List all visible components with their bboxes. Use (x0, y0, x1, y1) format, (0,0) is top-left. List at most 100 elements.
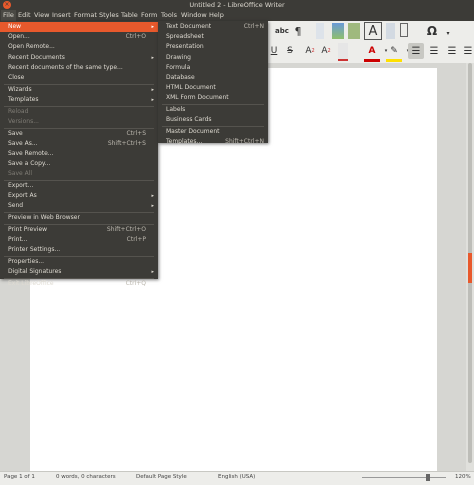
new-submenu-item-text-document[interactable]: Text Document Ctrl+N (158, 22, 268, 32)
menu-tools[interactable]: Tools (159, 10, 179, 21)
menu-item-label: New (8, 23, 22, 30)
chevron-down-icon[interactable]: ▾ (440, 25, 456, 41)
new-submenu-item-labels[interactable]: Labels (158, 105, 268, 115)
file-menu-item-save-remote[interactable]: Save Remote... (0, 149, 158, 159)
image-icon[interactable] (332, 23, 344, 39)
menu-help[interactable]: Help (207, 10, 226, 21)
chevron-right-icon: ▸ (151, 193, 154, 200)
file-menu-item-print-preview[interactable]: Print Preview Shift+Ctrl+O (0, 225, 158, 235)
file-menu-item-open-remote[interactable]: Open Remote... (0, 42, 158, 52)
language[interactable]: English (USA) (218, 474, 255, 480)
menu-item-label: HTML Document (166, 84, 216, 92)
zoom-level[interactable]: 120% (455, 474, 471, 480)
new-submenu-item-database[interactable]: Database (158, 73, 268, 83)
menu-item-label: Digital Signatures (8, 268, 62, 276)
menu-item-label: Save (8, 129, 23, 137)
subscript-icon[interactable]: A2 (318, 43, 334, 59)
menu-item-label: Recent Documents (8, 53, 65, 61)
new-submenu-item-spreadsheet[interactable]: Spreadsheet (158, 32, 268, 42)
new-submenu-item-html-document[interactable]: HTML Document (158, 83, 268, 93)
file-menu-item-wizards[interactable]: Wizards ▸ (0, 85, 158, 95)
file-menu-item-preview-in-web-browser[interactable]: Preview in Web Browser (0, 213, 158, 223)
menu-view[interactable]: View (32, 10, 51, 21)
fontwork-icon[interactable]: A (364, 22, 382, 40)
file-menu-item-send[interactable]: Send ▸ (0, 201, 158, 211)
file-menu-item-templates[interactable]: Templates ▸ (0, 95, 158, 105)
file-menu-item-export[interactable]: Export... (0, 181, 158, 191)
header-icon[interactable] (386, 23, 395, 39)
file-menu-item-properties[interactable]: Properties... (0, 257, 158, 267)
chevron-right-icon: ▸ (151, 96, 154, 103)
menu-item-label: Reload (8, 107, 29, 115)
table-icon[interactable] (316, 23, 324, 39)
chart-icon[interactable] (348, 23, 360, 39)
menu-item-label: Save All (8, 170, 33, 178)
file-menu-item-reload: Reload (0, 107, 158, 117)
new-submenu-item-templates[interactable]: Templates... Shift+Ctrl+N (158, 137, 268, 147)
zoom-slider[interactable] (362, 477, 446, 478)
superscript-icon[interactable]: A2 (302, 43, 318, 59)
align-right-icon[interactable]: ☰ (444, 43, 460, 59)
title-bar: × Untitled 2 - LibreOffice Writer (0, 0, 474, 10)
footer-icon[interactable] (400, 23, 408, 37)
menu-form[interactable]: Form (139, 10, 159, 21)
new-submenu-item-presentation[interactable]: Presentation (158, 42, 268, 52)
file-menu-item-recent-documents-of-the-same-type[interactable]: Recent documents of the same type... (0, 63, 158, 73)
underline-icon[interactable]: U (266, 43, 282, 59)
menu-item-label: Print Preview (8, 225, 48, 233)
menu-item-label: Exit LibreOffice (8, 279, 54, 287)
menu-item-label: Properties... (8, 257, 45, 265)
menu-item-shortcut: Ctrl+P (126, 236, 146, 243)
page-count: Page 1 of 1 (4, 474, 35, 480)
file-menu-item-digital-signatures[interactable]: Digital Signatures ▸ (0, 267, 158, 277)
align-left-icon[interactable]: ☰ (408, 43, 424, 59)
menu-table[interactable]: Table (119, 10, 140, 21)
file-menu-item-new[interactable]: New ▸ (0, 22, 158, 32)
new-submenu-item-master-document[interactable]: Master Document (158, 127, 268, 137)
menu-item-label: Close (8, 74, 25, 81)
chevron-right-icon: ▸ (151, 269, 154, 276)
menu-edit[interactable]: Edit (16, 10, 33, 21)
file-menu-item-print[interactable]: Print... Ctrl+P (0, 235, 158, 245)
clear-formatting-icon[interactable] (338, 43, 348, 61)
menu-item-label: Master Document (166, 128, 220, 135)
menu-item-label: Drawing (166, 53, 191, 61)
file-menu-item-save-a-copy[interactable]: Save a Copy... (0, 159, 158, 169)
align-center-icon[interactable]: ☰ (426, 43, 442, 59)
menu-item-label: Recent documents of the same type... (8, 63, 123, 71)
menu-insert[interactable]: Insert (50, 10, 73, 21)
menu-item-label: Text Document (166, 23, 212, 30)
special-character-icon[interactable]: Ω (424, 23, 440, 39)
menu-format[interactable]: Format (72, 10, 99, 21)
chevron-right-icon: ▸ (151, 203, 154, 210)
new-submenu-item-xml-form-document[interactable]: XML Form Document (158, 93, 268, 103)
menu-item-label: Formula (166, 63, 191, 71)
file-menu-item-save[interactable]: Save Ctrl+S (0, 129, 158, 139)
chevron-right-icon: ▸ (151, 54, 154, 61)
menu-file[interactable]: File (1, 10, 16, 21)
menu-item-label: Spreadsheet (166, 33, 204, 41)
menu-item-shortcut: Shift+Ctrl+S (107, 139, 146, 147)
strikethrough-icon[interactable]: S (282, 43, 298, 59)
menu-item-label: Save a Copy... (8, 160, 51, 168)
status-bar: Page 1 of 1 0 words, 0 characters Defaul… (0, 471, 474, 485)
file-menu-item-printer-settings[interactable]: Printer Settings... (0, 245, 158, 255)
page-style[interactable]: Default Page Style (136, 474, 187, 480)
spellcheck-icon[interactable]: abc (274, 23, 290, 39)
vertical-scrollbar[interactable] (466, 63, 474, 471)
menu-styles[interactable]: Styles (97, 10, 121, 21)
new-submenu-item-formula[interactable]: Formula (158, 63, 268, 73)
file-menu-item-close[interactable]: Close (0, 73, 158, 83)
file-menu-item-recent-documents[interactable]: Recent Documents ▸ (0, 53, 158, 63)
file-menu-item-open[interactable]: Open... Ctrl+O (0, 32, 158, 42)
close-window-button[interactable]: × (3, 1, 11, 9)
file-menu-item-save-as[interactable]: Save As... Shift+Ctrl+S (0, 139, 158, 149)
file-menu-item-export-as[interactable]: Export As ▸ (0, 191, 158, 201)
new-submenu-item-drawing[interactable]: Drawing (158, 53, 268, 63)
justify-icon[interactable]: ☰ (460, 43, 474, 59)
menu-window[interactable]: Window (179, 10, 209, 21)
zoom-slider-handle[interactable] (426, 474, 430, 481)
new-submenu-item-business-cards[interactable]: Business Cards (158, 115, 268, 125)
formatting-marks-icon[interactable]: ¶ (290, 23, 306, 39)
file-menu-item-exit-libreoffice[interactable]: Exit LibreOffice Ctrl+Q (0, 279, 158, 289)
